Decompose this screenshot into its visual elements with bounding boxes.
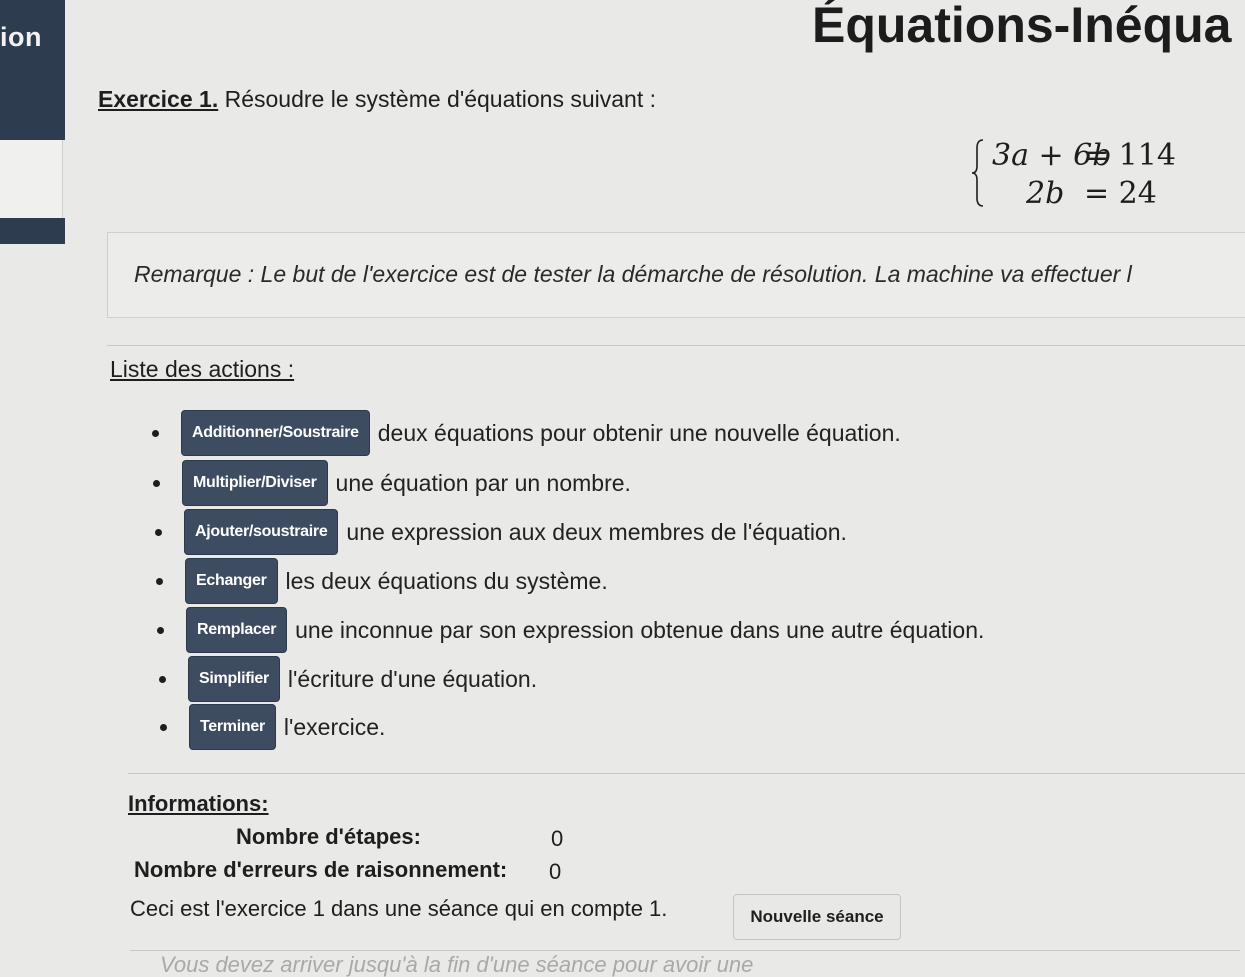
swap-button[interactable]: Echanger [185, 558, 278, 604]
divider [107, 345, 1245, 346]
equation-2-right: = 24 [1084, 176, 1157, 211]
sidebar-panel [0, 140, 63, 218]
add-subtract-equations-button[interactable]: Additionner/Soustraire [181, 410, 370, 456]
actions-title: Liste des actions : [110, 356, 295, 382]
errors-label: Nombre d'erreurs de raisonnement: [134, 857, 508, 882]
exercise-statement: Exercice 1. Résoudre le système d'équati… [98, 86, 656, 113]
finish-button[interactable]: Terminer [189, 704, 276, 750]
action-item: Multiplier/Diviser une équation par un n… [153, 460, 631, 506]
remark-text: Remarque : Le but de l'exercice est de t… [134, 261, 1132, 287]
action-item: Ajouter/soustraire une expression aux de… [155, 509, 847, 555]
steps-label: Nombre d'étapes: [236, 824, 421, 849]
action-item: Remplacer une inconnue par son expressio… [157, 607, 984, 653]
action-description: l'exercice. [283, 713, 386, 740]
action-description: deux équations pour obtenir une nouvelle… [377, 419, 901, 446]
action-description: une inconnue par son expression obtenue … [295, 616, 985, 643]
action-item: Additionner/Soustraire deux équations po… [152, 410, 901, 456]
steps-value: 0 [551, 826, 564, 851]
action-description: l'écriture d'une équation. [287, 665, 538, 692]
bullet-icon [160, 723, 167, 731]
add-subtract-expression-button[interactable]: Ajouter/soustraire [184, 509, 339, 555]
action-item: Echanger les deux équations du système. [156, 558, 608, 604]
new-session-button[interactable]: Nouvelle séance [733, 894, 901, 940]
bullet-icon [155, 528, 162, 536]
info-title: Informations: [128, 791, 269, 816]
simplify-button[interactable]: Simplifier [188, 656, 280, 702]
session-text: Ceci est l'exercice 1 dans une séance qu… [130, 896, 668, 921]
action-item: Simplifier l'écriture d'une équation. [159, 656, 537, 702]
action-item: Terminer l'exercice. [160, 704, 385, 750]
sidebar-header[interactable] [0, 0, 65, 140]
page-title: Équations-Inéqua [812, 0, 1232, 53]
multiply-divide-button[interactable]: Multiplier/Diviser [182, 460, 328, 506]
action-description: une expression aux deux membres de l'équ… [346, 518, 847, 545]
sidebar-footer-bar [0, 218, 65, 244]
equation-2-left: 2b [1026, 176, 1065, 211]
exercise-label: Exercice 1. [98, 86, 219, 112]
divider [128, 773, 1245, 774]
equation-1-right: = 114 [1084, 138, 1176, 173]
bullet-icon [159, 675, 166, 683]
bullet-icon [153, 479, 160, 487]
sidebar-label[interactable]: ion [0, 22, 42, 53]
errors-value: 0 [549, 859, 562, 884]
divider [130, 950, 1240, 951]
equation-system: 3a + 6b = 114 2b = 24 [970, 138, 1210, 218]
bullet-icon [156, 577, 163, 585]
footer-text: Vous devez arriver jusqu'à la fin d'une … [160, 952, 754, 977]
bullet-icon [157, 626, 164, 634]
exercise-text: Résoudre le système d'équations suivant … [218, 86, 657, 112]
page: ion Équations-Inéqua Exercice 1. Résoudr… [0, 0, 1245, 977]
brace-icon [971, 139, 984, 207]
replace-button[interactable]: Remplacer [186, 607, 288, 653]
action-description: les deux équations du système. [285, 567, 608, 594]
bullet-icon [152, 429, 159, 437]
action-description: une équation par un nombre. [335, 469, 631, 496]
